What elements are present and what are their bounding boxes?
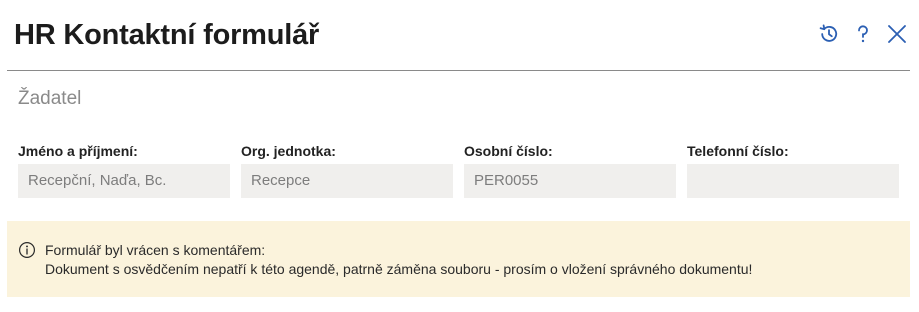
- org-unit-field[interactable]: Recepce: [241, 164, 453, 198]
- field-label: Org. jednotka:: [241, 143, 336, 159]
- form-header: HR Kontaktní formulář: [0, 0, 919, 71]
- notice-text: Formulář byl vrácen s komentářem: Dokume…: [45, 241, 752, 279]
- help-icon[interactable]: [851, 22, 875, 46]
- section-title: Žadatel: [18, 88, 82, 109]
- header-divider: [7, 70, 910, 71]
- applicant-fields: Jméno a příjmení: Recepční, Naďa, Bc. Or…: [18, 143, 899, 199]
- page-title: HR Kontaktní formulář: [14, 19, 320, 51]
- field-label: Osobní číslo:: [464, 143, 553, 159]
- close-icon[interactable]: [885, 22, 909, 46]
- field-label: Jméno a příjmení:: [18, 143, 138, 159]
- field-org-unit: Org. jednotka: Recepce: [241, 143, 453, 198]
- phone-field[interactable]: [687, 164, 899, 198]
- field-label: Telefonní číslo:: [687, 143, 789, 159]
- info-icon: [18, 241, 36, 259]
- personal-number-field[interactable]: PER0055: [464, 164, 676, 198]
- header-actions: [817, 22, 909, 46]
- field-phone: Telefonní číslo:: [687, 143, 899, 198]
- returned-notice: Formulář byl vrácen s komentářem: Dokume…: [7, 221, 910, 297]
- field-name: Jméno a příjmení: Recepční, Naďa, Bc.: [18, 143, 230, 198]
- notice-comment: Dokument s osvědčením nepatří k této age…: [45, 261, 753, 277]
- field-personal-number: Osobní číslo: PER0055: [464, 143, 676, 198]
- notice-heading: Formulář byl vrácen s komentářem:: [45, 242, 266, 258]
- name-field[interactable]: Recepční, Naďa, Bc.: [18, 164, 230, 198]
- history-icon[interactable]: [817, 22, 841, 46]
